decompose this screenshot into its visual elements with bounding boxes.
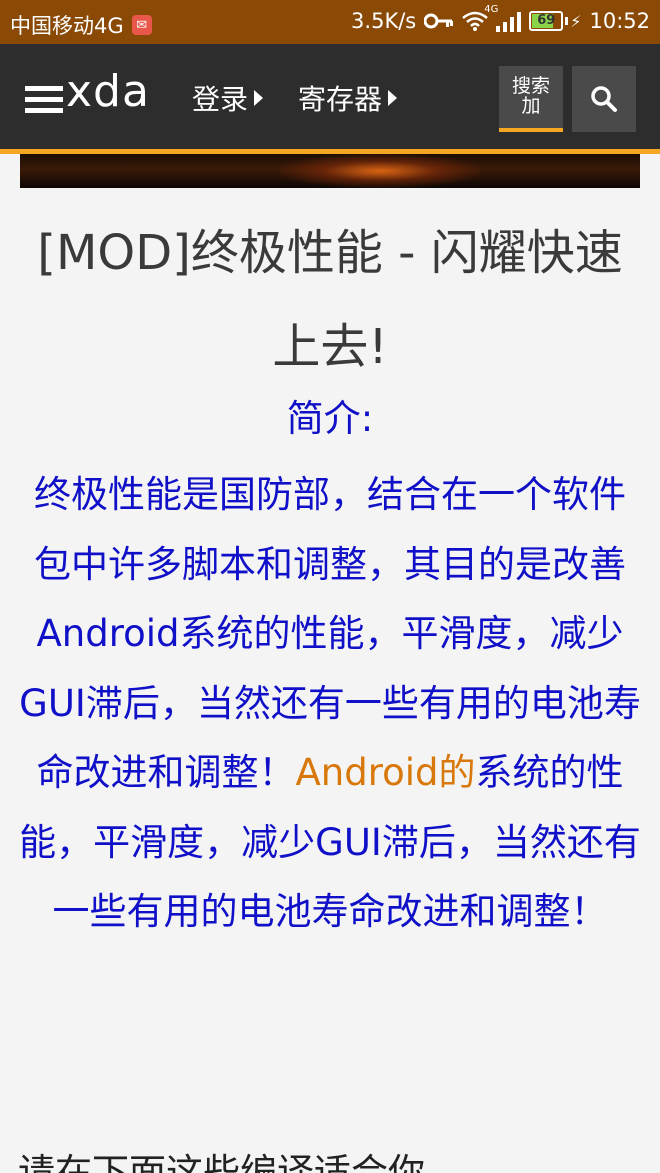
intro-heading: 简介: xyxy=(286,397,374,440)
charging-icon: ⚡ xyxy=(570,11,582,31)
banner-image xyxy=(20,154,640,188)
net-type-label: 4G xyxy=(484,4,499,15)
chevron-right-icon xyxy=(388,90,398,106)
body-text-part1: 终极性能是国防部，结合在一个软件包中许多脚本和调整，其目的是改善Android系… xyxy=(19,473,641,794)
search-add-button[interactable]: 搜索 加 xyxy=(499,66,563,132)
next-paragraph-partial: 请在下面这些编译适合你 xyxy=(18,1151,425,1173)
battery-level: 69 xyxy=(537,13,556,28)
article-title: [MOD]终极性能 - 闪耀快速上去! xyxy=(37,225,623,375)
search-add-line1: 搜索 xyxy=(511,75,550,97)
key-icon xyxy=(424,13,454,29)
search-icon xyxy=(591,86,617,112)
chevron-right-icon xyxy=(254,90,264,106)
search-button[interactable] xyxy=(572,66,636,132)
signal-icon: 4G xyxy=(484,4,522,32)
search-add-line2: 加 xyxy=(521,95,541,117)
status-bar: 中国移动4G ✉ 3.5K/s 4G 69 ⚡ 10:52 xyxy=(0,0,660,44)
article-body: 终极性能是国防部，结合在一个软件包中许多脚本和调整，其目的是改善Android系… xyxy=(18,460,642,947)
hamburger-menu-icon[interactable] xyxy=(25,84,63,114)
xda-logo[interactable]: xda xyxy=(66,66,150,117)
status-left: 中国移动4G ✉ xyxy=(10,10,152,40)
android-link[interactable]: Android的 xyxy=(295,751,475,794)
network-speed: 3.5K/s xyxy=(351,9,417,33)
register-label: 寄存器 xyxy=(298,83,383,116)
login-nav[interactable]: 登录 xyxy=(192,78,264,118)
app-notification-icon: ✉ xyxy=(131,15,152,35)
carrier-label: 中国移动4G xyxy=(10,14,124,38)
login-label: 登录 xyxy=(192,83,249,116)
status-right: 3.5K/s 4G 69 ⚡ 10:52 xyxy=(351,4,650,33)
register-nav[interactable]: 寄存器 xyxy=(298,78,398,118)
battery-icon: 69 ⚡ xyxy=(529,11,581,31)
clock: 10:52 xyxy=(589,9,650,33)
site-header: xda 登录 寄存器 搜索 加 xyxy=(0,44,660,154)
